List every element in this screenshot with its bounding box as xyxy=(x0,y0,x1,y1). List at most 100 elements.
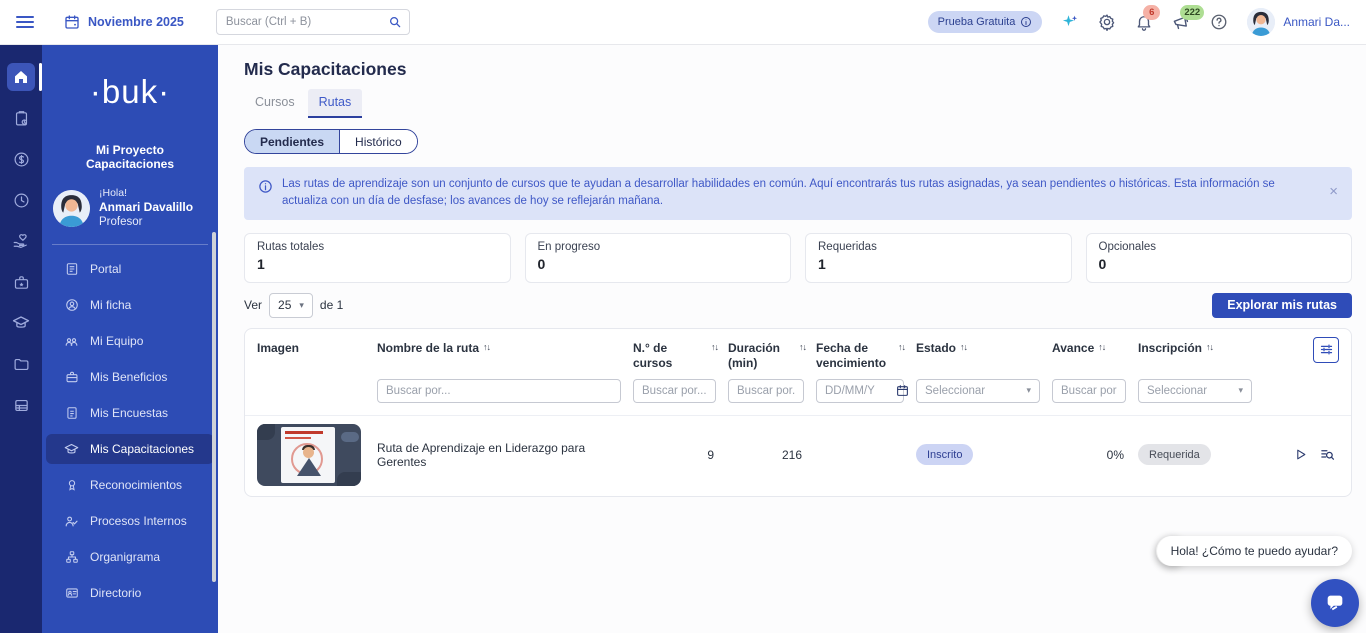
org-chart-icon xyxy=(64,550,79,564)
sidebar-scrollbar[interactable] xyxy=(212,232,216,582)
sidebar-item-portal[interactable]: Portal xyxy=(46,254,214,284)
page-size-select[interactable]: 25 ▾ xyxy=(269,293,313,318)
rail-item-documents[interactable] xyxy=(7,350,35,378)
stat-card-requeridas: Requeridas 1 xyxy=(805,233,1072,283)
search-icon[interactable] xyxy=(388,15,402,29)
rail-item-home[interactable] xyxy=(7,63,35,91)
explore-routes-button[interactable]: Explorar mis rutas xyxy=(1212,293,1352,318)
sidebar-item-label: Portal xyxy=(90,262,121,276)
trial-label: Prueba Gratuita xyxy=(938,16,1016,28)
sidebar-item-mis-beneficios[interactable]: Mis Beneficios xyxy=(46,362,214,392)
rail-item-time[interactable] xyxy=(7,186,35,214)
filter-fecha-input[interactable] xyxy=(816,379,904,403)
sidebar-item-reconocimientos[interactable]: Reconocimientos xyxy=(46,470,214,500)
column-settings-button[interactable] xyxy=(1313,337,1339,363)
sidebar-item-mis-encuestas[interactable]: Mis Encuestas xyxy=(46,398,214,428)
graduation-cap-icon xyxy=(12,314,30,332)
graduation-cap-icon xyxy=(64,442,79,457)
sidebar-item-label: Mis Capacitaciones xyxy=(90,442,194,456)
rail-item-assets[interactable] xyxy=(7,391,35,419)
rail-item-jobs[interactable] xyxy=(7,268,35,296)
sidebar-user-name: Anmari Davalillo xyxy=(99,200,193,215)
project-name: Mi Proyecto Capacitaciones xyxy=(42,143,218,171)
col-header-inscripcion: Inscripción ↑↓ xyxy=(1138,341,1264,356)
topbar: Noviembre 2025 Prueba Gratuita xyxy=(0,0,1366,45)
filter-avance xyxy=(1052,379,1138,403)
filter-duracion-input[interactable] xyxy=(728,379,804,403)
chat-bubble-icon xyxy=(1324,592,1346,614)
printer-icon xyxy=(13,397,30,414)
chevron-down-icon: ▾ xyxy=(1026,385,1031,396)
sidebar-item-organigrama[interactable]: Organigrama xyxy=(46,542,214,572)
play-icon xyxy=(1294,448,1307,461)
sidebar-item-label: Mi Equipo xyxy=(90,334,143,348)
avatar xyxy=(53,190,90,227)
segment-historico[interactable]: Histórico xyxy=(339,130,417,153)
calendar-icon[interactable] xyxy=(896,384,909,397)
stat-value: 0 xyxy=(1099,256,1340,272)
filter-nombre-input[interactable] xyxy=(377,379,621,403)
sidebar-item-mis-capacitaciones[interactable]: Mis Capacitaciones xyxy=(46,434,214,464)
segment-pendientes[interactable]: Pendientes xyxy=(245,130,339,153)
sort-icon[interactable]: ↑↓ xyxy=(960,342,967,352)
rail-item-trainings[interactable] xyxy=(7,309,35,337)
hamburger-menu-icon[interactable] xyxy=(16,16,34,28)
hand-heart-icon xyxy=(12,232,30,250)
sort-icon[interactable]: ↑↓ xyxy=(483,342,490,352)
folder-icon xyxy=(13,356,30,373)
sort-icon[interactable]: ↑↓ xyxy=(1098,342,1105,352)
notification-count-badge: 6 xyxy=(1143,5,1160,20)
page-size-value: 25 xyxy=(278,298,291,312)
stat-card-rutas-totales: Rutas totales 1 xyxy=(244,233,511,283)
settings-gear-icon[interactable] xyxy=(1098,13,1116,31)
help-icon[interactable] xyxy=(1210,13,1228,31)
play-route-button[interactable] xyxy=(1294,448,1307,461)
sort-icon[interactable]: ↑↓ xyxy=(799,342,806,352)
sort-icon[interactable]: ↑↓ xyxy=(898,342,905,352)
stat-label: En progreso xyxy=(538,241,779,253)
col-header-vencimiento: Fecha de vencimiento ↑↓ xyxy=(816,341,916,371)
col-header-avance: Avance ↑↓ xyxy=(1052,341,1138,356)
filter-cursos-input[interactable] xyxy=(633,379,716,403)
table-filter-row: Seleccionar ▾ Seleccionar ▾ xyxy=(245,373,1351,415)
sort-icon[interactable]: ↑↓ xyxy=(1206,342,1213,352)
chat-launcher-button[interactable] xyxy=(1311,579,1359,627)
divider xyxy=(52,244,208,245)
ai-sparkle-icon[interactable] xyxy=(1061,13,1079,31)
briefcase-star-icon xyxy=(13,274,30,291)
search-input[interactable] xyxy=(216,9,410,35)
filter-estado-select[interactable]: Seleccionar ▾ xyxy=(916,379,1040,403)
filter-cursos xyxy=(633,379,728,403)
filter-inscripcion-select[interactable]: Seleccionar ▾ xyxy=(1138,379,1252,403)
tab-cursos[interactable]: Cursos xyxy=(244,89,306,118)
sidebar-item-mi-ficha[interactable]: Mi ficha xyxy=(46,290,214,320)
profile-block[interactable]: ¡Hola! Anmari Davalillo Profesor xyxy=(53,187,218,230)
route-thumbnail[interactable] xyxy=(257,424,361,486)
rail-item-remunerations[interactable] xyxy=(7,145,35,173)
sort-icon[interactable]: ↑↓ xyxy=(711,342,718,352)
icon-rail xyxy=(0,45,42,633)
banner-text: Las rutas de aprendizaje son un conjunto… xyxy=(282,176,1320,211)
view-detail-button[interactable] xyxy=(1320,447,1335,462)
user-name-label: Anmari Da... xyxy=(1283,15,1350,29)
avatar xyxy=(1247,8,1275,36)
month-label: Noviembre 2025 xyxy=(88,15,184,29)
month-selector[interactable]: Noviembre 2025 xyxy=(64,14,184,30)
tab-rutas[interactable]: Rutas xyxy=(308,89,363,118)
sidebar-item-procesos-internos[interactable]: Procesos Internos xyxy=(46,506,214,536)
trial-badge[interactable]: Prueba Gratuita xyxy=(928,11,1043,33)
rail-item-tasks[interactable] xyxy=(7,104,35,132)
route-name[interactable]: Ruta de Aprendizaje en Liderazgo para Ge… xyxy=(377,441,633,469)
rail-item-benefits[interactable] xyxy=(7,227,35,255)
user-menu[interactable]: Anmari Da... xyxy=(1247,8,1350,36)
chat-greeting-bubble[interactable]: Hola! ¿Cómo te puedo ayudar? xyxy=(1157,536,1352,566)
col-header-estado: Estado ↑↓ xyxy=(916,341,1052,356)
sidebar-item-directorio[interactable]: Directorio xyxy=(46,578,214,608)
sidebar-item-mi-equipo[interactable]: Mi Equipo xyxy=(46,326,214,356)
person-circle-icon xyxy=(64,298,79,312)
notifications-bell[interactable]: 6 xyxy=(1135,13,1153,31)
announcements-megaphone[interactable]: 222 xyxy=(1172,13,1191,32)
filter-avance-input[interactable] xyxy=(1052,379,1126,403)
banner-close-icon[interactable]: × xyxy=(1329,184,1338,199)
filter-nombre xyxy=(377,379,633,403)
